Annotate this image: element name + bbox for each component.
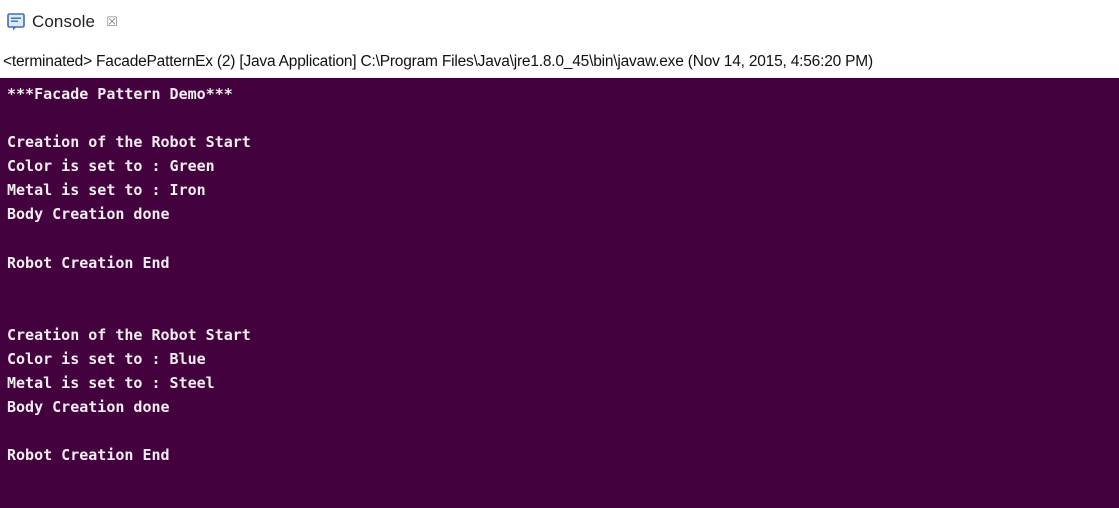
output-line: ***Facade Pattern Demo*** (7, 85, 233, 103)
process-status-line: <terminated> FacadePatternEx (2) [Java A… (3, 53, 873, 70)
console-output-area[interactable]: ***Facade Pattern Demo*** Creation of th… (0, 78, 1119, 508)
console-output-lines: ***Facade Pattern Demo*** Creation of th… (7, 82, 1119, 468)
console-tab-label: Console (32, 12, 96, 31)
output-line: Color is set to : Green (7, 157, 215, 176)
output-line: Robot Creation End (7, 253, 170, 272)
console-tab[interactable]: Console ☒ (6, 10, 118, 34)
output-line: Color is set to : Blue (7, 350, 206, 369)
output-line: Creation of the Robot Start (7, 325, 251, 344)
output-line: Creation of the Robot Start (7, 133, 251, 152)
output-line: Body Creation done (7, 205, 170, 224)
output-line: Robot Creation End (7, 446, 170, 465)
view-tab-bar: Console ☒ (0, 0, 1119, 48)
output-line: Body Creation done (7, 398, 170, 417)
close-icon[interactable]: ☒ (106, 16, 118, 29)
output-line: Metal is set to : Iron (7, 181, 206, 200)
console-icon (7, 13, 25, 31)
output-line: Metal is set to : Steel (7, 374, 215, 393)
console-view: Console ☒ <terminated> FacadePatternEx (… (0, 0, 1119, 508)
